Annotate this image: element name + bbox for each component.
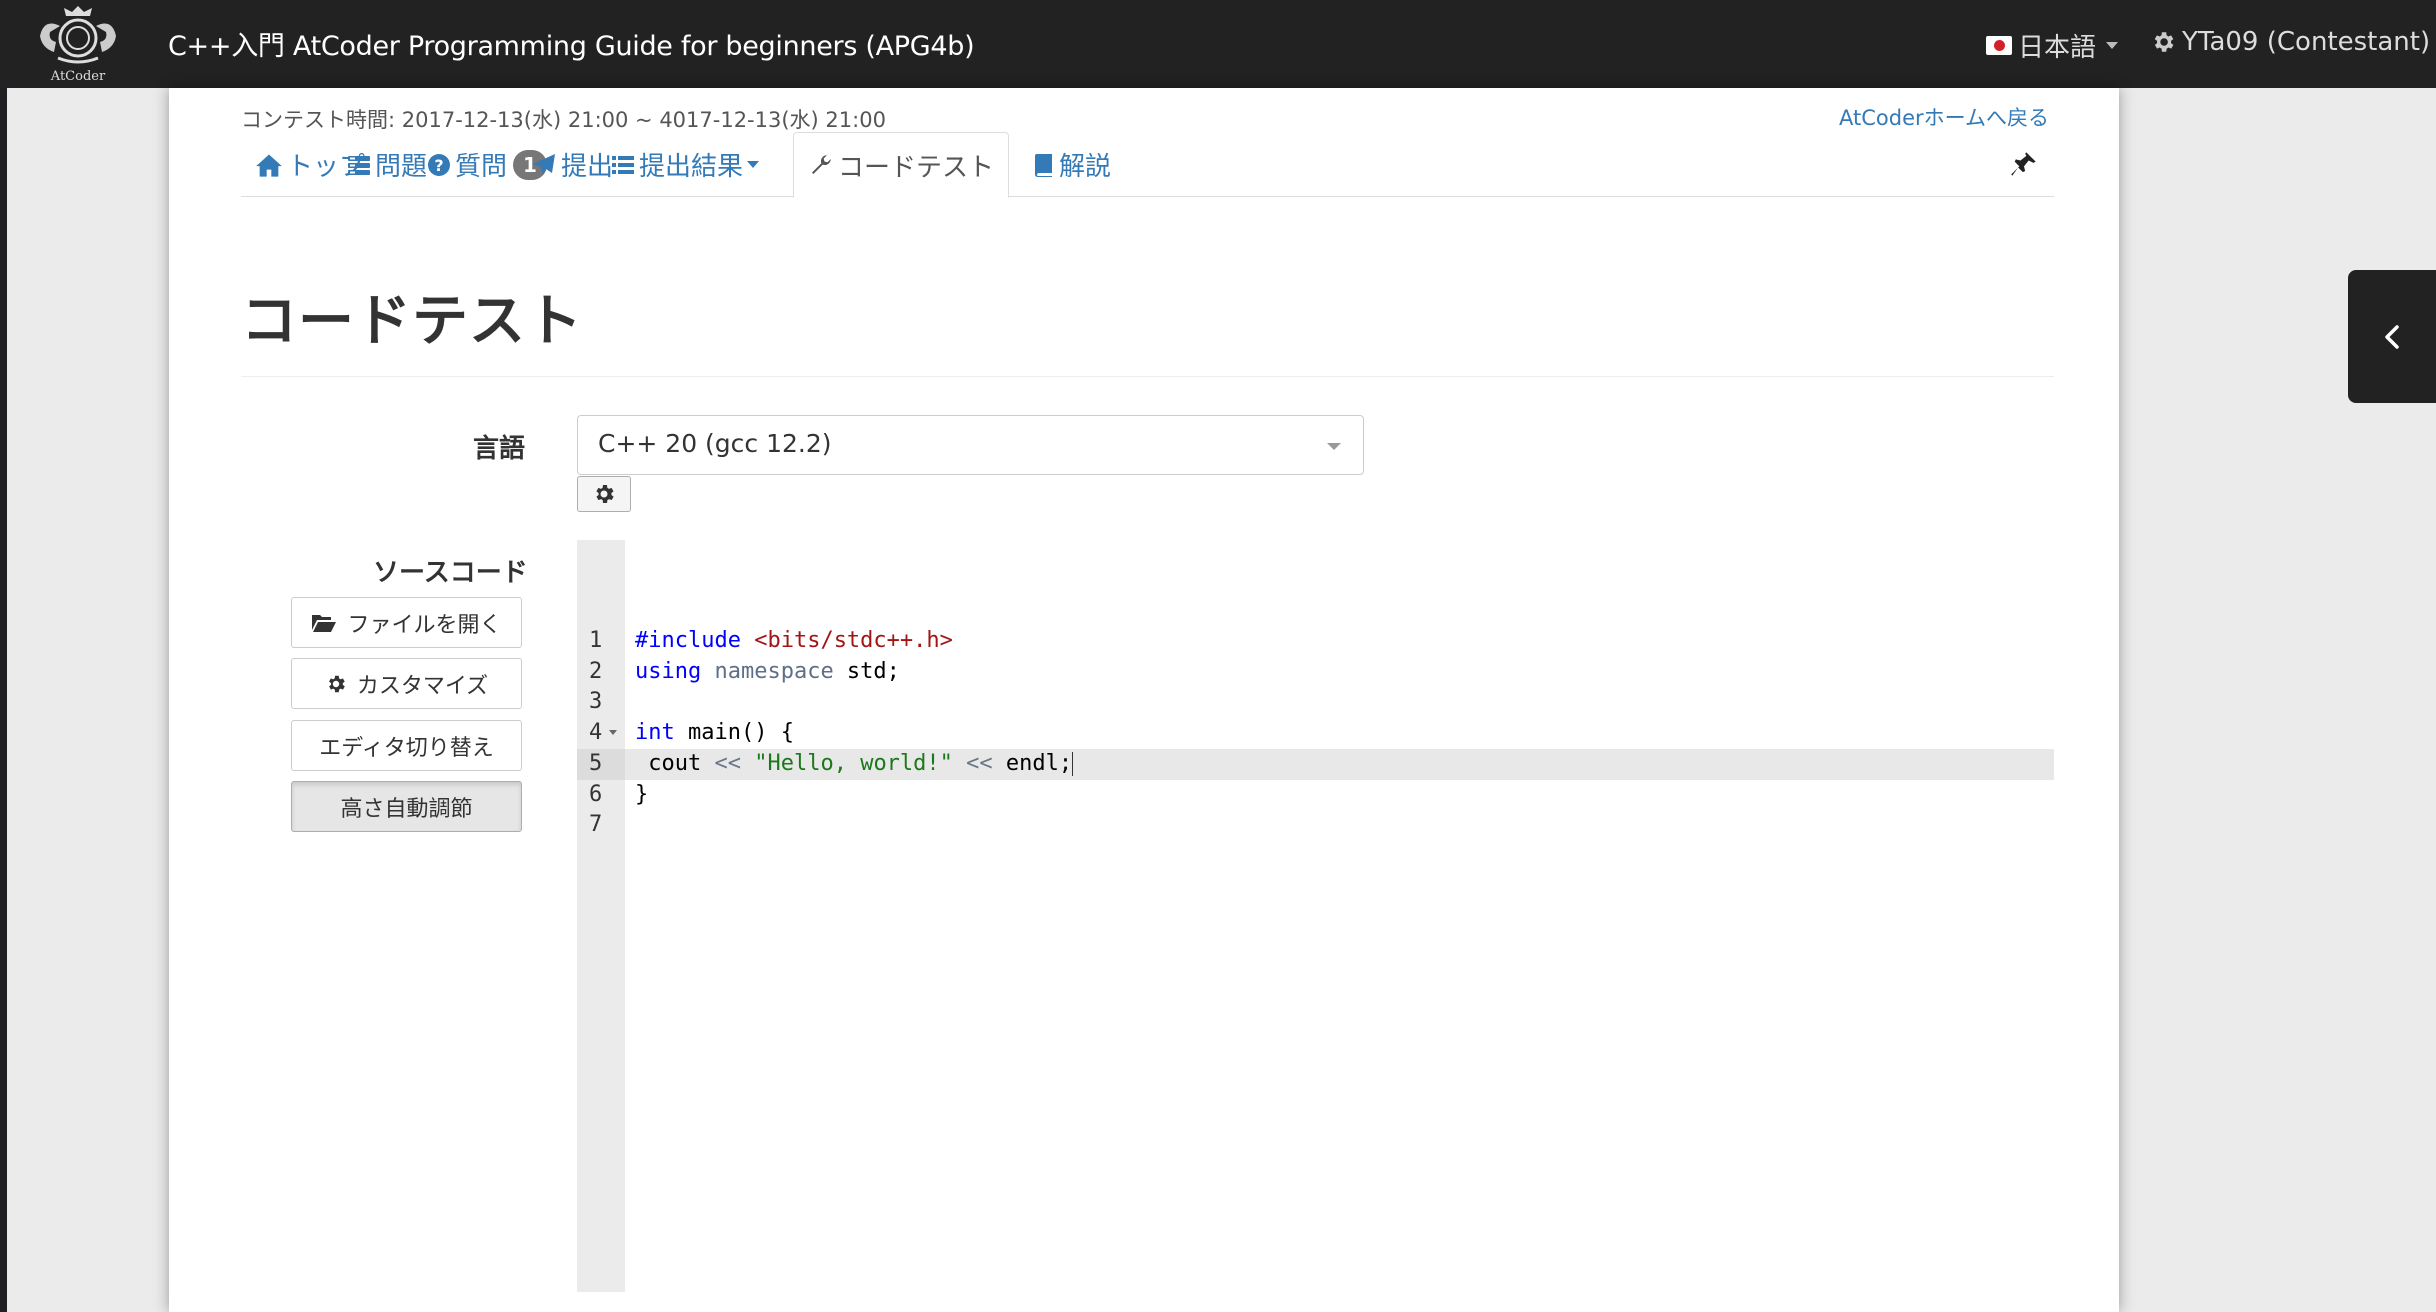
main-container: コンテスト時間: 2017-12-13(水) 21:00 ~ 4017-12-1… <box>169 88 2119 1312</box>
language-dropdown[interactable]: 日本語 <box>1986 27 2119 64</box>
user-name: YTa09 (Contestant) <box>2182 27 2431 57</box>
code-editor[interactable]: 1 2 3 4 5 6 7 #include <bits/stdc++.h> u… <box>577 540 2054 1312</box>
language-label: 言語 <box>473 434 526 464</box>
tasks-icon <box>348 155 370 175</box>
toggle-editor-button[interactable]: エディタ切り替え <box>291 720 522 771</box>
auto-height-label: 高さ自動調節 <box>340 796 473 822</box>
code-token: namespace <box>701 659 834 684</box>
background-window-edge <box>0 88 7 1312</box>
code-token: } <box>635 782 649 807</box>
fold-arrow-icon[interactable] <box>609 730 617 735</box>
code-token: "Hello, world!" <box>754 751 953 776</box>
side-panel-toggle[interactable] <box>2348 270 2436 403</box>
code-token: std; <box>833 659 900 684</box>
source-code-label: ソースコード <box>373 558 528 588</box>
atcoder-home-link[interactable]: AtCoderホームへ戻る <box>1839 102 2049 132</box>
language-select-value: C++ 20 (gcc 12.2) <box>598 429 832 458</box>
customize-label: カスタマイズ <box>356 673 489 699</box>
line-number: 3 <box>589 689 603 714</box>
language-label: 日本語 <box>2018 33 2097 63</box>
send-icon <box>533 153 555 175</box>
home-icon <box>256 154 282 177</box>
code-line-5: cout << "Hello, world!" << endl; <box>635 751 1074 776</box>
gear-icon <box>596 485 614 503</box>
chevron-down-icon <box>747 161 760 168</box>
tab-label: 提出結果 <box>639 152 744 182</box>
code-token: << <box>714 751 741 776</box>
code-token: using <box>635 659 702 684</box>
svg-text:AtCoder: AtCoder <box>50 69 106 84</box>
open-file-button[interactable]: ファイルを開く <box>291 597 522 648</box>
line-number: 1 <box>589 628 603 653</box>
code-token: <bits/stdc++.h> <box>754 628 953 653</box>
line-number: 7 <box>589 812 603 837</box>
code-token: main() { <box>674 720 794 745</box>
code-line-4: int main() { <box>635 720 794 745</box>
gear-icon <box>2154 32 2174 52</box>
editor-settings-button[interactable] <box>577 476 631 512</box>
tab-custom-test[interactable]: コードテスト <box>793 132 1010 198</box>
auto-height-button[interactable]: 高さ自動調節 <box>291 781 522 832</box>
atcoder-logo[interactable]: AtCoder <box>30 2 126 84</box>
language-select[interactable]: C++ 20 (gcc 12.2) <box>577 415 1364 475</box>
title-divider <box>241 376 2054 377</box>
code-line-2: using namespace std; <box>635 659 900 684</box>
contest-title[interactable]: C++入門 AtCoder Programming Guide for begi… <box>168 24 975 63</box>
chevron-down-icon <box>2106 42 2119 49</box>
page-title: コードテスト <box>241 289 583 354</box>
line-number: 2 <box>589 659 603 684</box>
user-menu[interactable]: YTa09 (Contestant) <box>2150 27 2436 57</box>
question-circle-icon: ? <box>428 153 450 176</box>
chevron-left-icon <box>2385 324 2399 349</box>
toggle-editor-label: エディタ切り替え <box>319 735 494 761</box>
code-token: int <box>635 720 675 745</box>
text-cursor <box>1072 752 1074 776</box>
line-number: 6 <box>589 782 603 807</box>
customize-button[interactable]: カスタマイズ <box>291 658 522 709</box>
code-token: << <box>966 751 993 776</box>
contest-nav-tabs: トップ 問題 ? 質問 1 提出 提出結果 コードテスト 解説 <box>241 132 2054 198</box>
tab-label: 解説 <box>1059 152 1112 182</box>
book-icon <box>1035 153 1052 177</box>
tab-label: 質問 <box>455 152 508 182</box>
open-file-label: ファイルを開く <box>347 612 502 638</box>
list-icon <box>612 155 634 174</box>
line-number: 4 <box>589 720 603 745</box>
chevron-down-icon <box>1327 443 1341 450</box>
gear-icon <box>328 675 345 692</box>
svg-text:?: ? <box>434 156 443 175</box>
code-token: cout <box>635 751 715 776</box>
tab-submissions[interactable]: 提出結果 <box>597 132 773 197</box>
code-token: #include <box>635 628 755 653</box>
contest-duration: コンテスト時間: 2017-12-13(水) 21:00 ~ 4017-12-1… <box>241 108 886 132</box>
pin-icon[interactable] <box>2010 150 2038 182</box>
line-number: 5 <box>589 751 603 776</box>
code-line-1: #include <bits/stdc++.h> <box>635 628 953 653</box>
japan-flag-icon <box>1986 36 2012 55</box>
tab-label: コードテスト <box>838 152 995 183</box>
code-token: endl; <box>992 751 1073 776</box>
code-line-6: } <box>635 782 648 807</box>
top-navbar: AtCoder C++入門 AtCoder Programming Guide … <box>0 0 2436 88</box>
folder-open-icon <box>312 614 337 632</box>
wrench-icon <box>812 155 831 174</box>
tab-editorial[interactable]: 解説 <box>1019 132 1125 197</box>
